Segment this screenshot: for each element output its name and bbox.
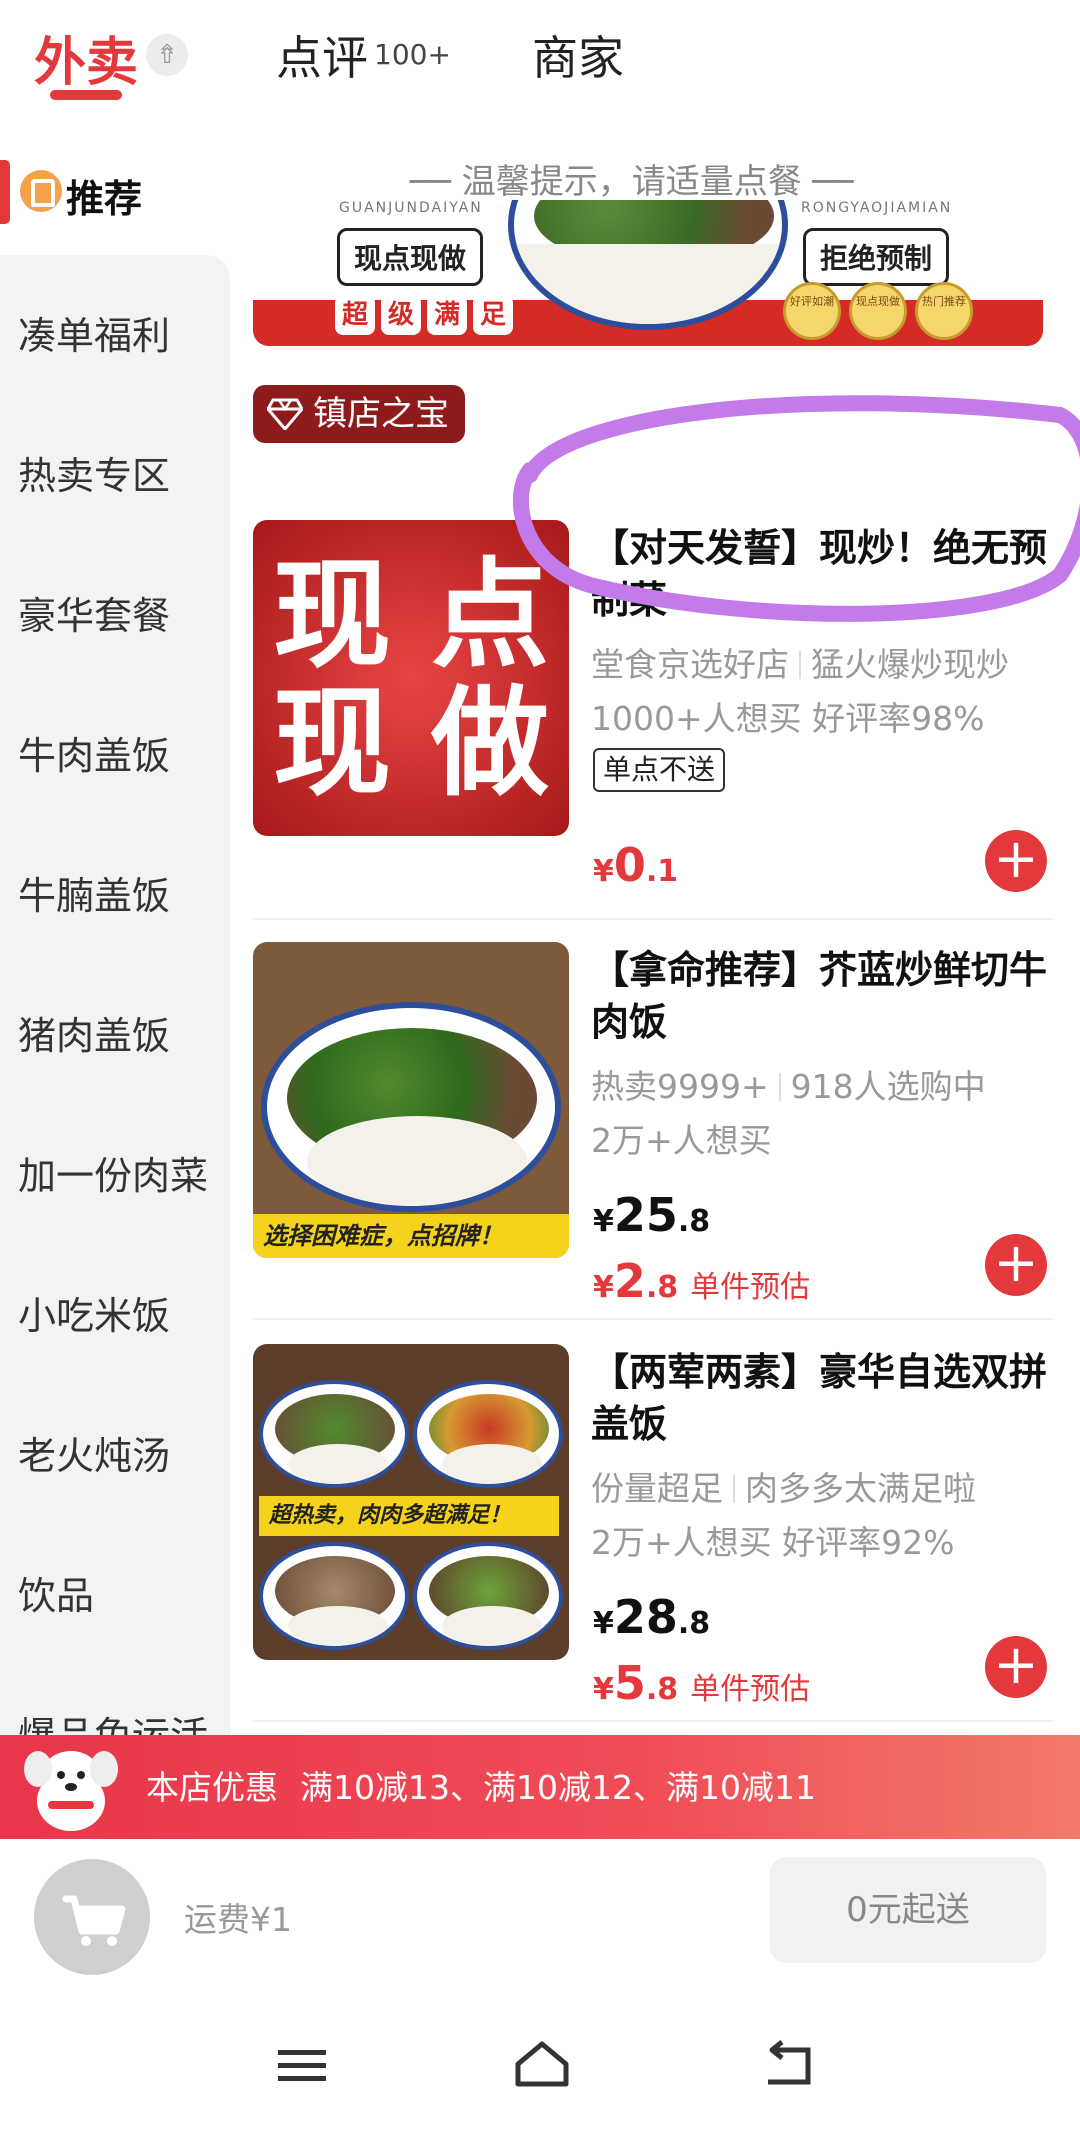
sidebar-item-free-shipping[interactable]: 爆品免运活 [18, 1705, 208, 1735]
poster-char: 现 [273, 546, 392, 684]
diamond-icon [267, 398, 303, 430]
product-sales: 1000+人想买 好评率98% [591, 699, 985, 738]
product-image[interactable]: 超热卖，肉肉多超满足！ [253, 1344, 569, 1660]
product-meta: 堂食京选好店 猛火爆炒现炒 [591, 638, 1009, 686]
top-tab-bar: 外卖 ⇮ 点评 100+ 商家 [0, 0, 1080, 130]
estimated-price: ¥5.8 单件预估 [593, 1656, 811, 1710]
divider [253, 918, 1053, 920]
sidebar-item-extra-meat[interactable]: 加一份肉菜 [18, 1145, 208, 1200]
sidebar-item-drinks[interactable]: 饮品 [18, 1565, 94, 1620]
meta-item: 猛火爆炒现炒 [811, 645, 1009, 684]
product-title[interactable]: 【拿命推荐】芥蓝炒鲜切牛肉饭 [591, 944, 1051, 1048]
dog-mascot-icon [24, 1751, 118, 1831]
sidebar-item-snacks-rice[interactable]: 小吃米饭 [18, 1285, 170, 1340]
banner-seals: 好评如潮 现点现做 热门推荐 [783, 282, 973, 340]
collapse-icon[interactable]: ⇮ [146, 34, 188, 76]
sidebar-item-beef-rice[interactable]: 牛肉盖饭 [18, 725, 170, 780]
product-sales: 2万+人想买 好评率92% [591, 1523, 955, 1562]
sidebar-item-recommend[interactable]: 推荐 [0, 130, 230, 255]
banner-label-fresh: 现点现做 [337, 228, 484, 286]
product-title[interactable]: 【两荤两素】豪华自选双拼盖饭 [591, 1346, 1051, 1450]
shipping-fee: 运费¥1 [184, 1900, 292, 1939]
back-icon[interactable] [758, 2038, 818, 2092]
poster-char: 点 [431, 546, 550, 684]
banner-chip: 级 [381, 295, 421, 335]
banner-chip: 满 [427, 295, 467, 335]
product-card[interactable]: 选择困难症，点招牌！ 【拿命推荐】芥蓝炒鲜切牛肉饭 热卖9999+ 918人选购中… [253, 942, 1053, 1342]
promo-discounts: 满10减13、满10减12、满10减11 [300, 1768, 816, 1807]
image-caption: 选择困难症，点招牌！ [253, 1214, 569, 1258]
add-to-cart-button[interactable]: + [985, 1234, 1047, 1296]
section-badge-label: 镇店之宝 [313, 394, 449, 434]
product-image[interactable]: 选择困难症，点招牌！ [253, 942, 569, 1258]
product-tag: 单点不送 [593, 748, 726, 792]
product-price: ¥25.8 [593, 1188, 711, 1242]
seal-badge: 好评如潮 [783, 282, 841, 340]
estimated-price: ¥2.8 单件预估 [593, 1254, 811, 1308]
add-to-cart-button[interactable]: + [985, 1636, 1047, 1698]
promo-banner: GUANJUNDAIYAN RONGYAOJIAMIAN 现点现做 拒绝预制 超… [253, 200, 1043, 346]
cart-button[interactable] [34, 1859, 150, 1975]
sidebar-item-deluxe-sets[interactable]: 豪华套餐 [18, 585, 170, 640]
product-title[interactable]: 【对天发誓】现炒！绝无预制菜 [591, 522, 1051, 626]
cart-bar: 运费¥1 0元起送 [0, 1839, 1080, 1989]
banner-brand-left: GUANJUNDAIYAN [339, 200, 483, 216]
product-meta: 热卖9999+ 918人选购中 [591, 1060, 986, 1108]
tab-takeout[interactable]: 外卖 [34, 20, 138, 95]
product-sales: 2万+人想买 [591, 1121, 772, 1160]
seal-badge: 热门推荐 [915, 282, 973, 340]
product-card[interactable]: 现 点 现 做 【对天发誓】现炒！绝无预制菜 堂食京选好店 猛火爆炒现炒 1000… [253, 520, 1053, 920]
sidebar-category-list[interactable]: 凑单福利 热卖专区 豪华套餐 牛肉盖饭 牛腩盖饭 猪肉盖饭 加一份肉菜 小吃米饭… [0, 255, 230, 1735]
home-icon[interactable] [512, 2038, 572, 2092]
menu-icon[interactable] [272, 2038, 332, 2092]
category-sidebar: 推荐 凑单福利 热卖专区 豪华套餐 牛肉盖饭 牛腩盖饭 猪肉盖饭 加一份肉菜 小… [0, 130, 230, 1735]
meta-item: 918人选购中 [790, 1067, 986, 1106]
review-count-badge: 100+ [374, 38, 451, 71]
recommend-icon [20, 170, 62, 212]
sidebar-item-label: 推荐 [66, 177, 143, 221]
order-tip: ── 温馨提示，请适量点餐 ── [410, 162, 854, 202]
banner-chip: 超 [335, 295, 375, 335]
sidebar-item-pork-rice[interactable]: 猪肉盖饭 [18, 1005, 170, 1060]
sidebar-item-brisket-rice[interactable]: 牛腩盖饭 [18, 865, 170, 920]
product-image[interactable]: 现 点 现 做 [253, 520, 569, 836]
shopping-cart-icon [62, 1895, 126, 1946]
product-meta: 份量超足 肉多多太满足啦 [591, 1462, 976, 1510]
active-tab-underline [50, 90, 122, 100]
banner-chip: 足 [473, 295, 513, 335]
banner-chips: 超 级 满 足 [335, 295, 513, 335]
divider [253, 1318, 1053, 1320]
add-to-cart-button[interactable]: + [985, 830, 1047, 892]
banner-brand-right: RONGYAOJIAMIAN [801, 200, 953, 216]
meta-item: 份量超足 [591, 1469, 723, 1508]
tab-review[interactable]: 点评 [276, 22, 368, 88]
tab-merchant[interactable]: 商家 [532, 22, 624, 88]
banner-bowl-image [508, 200, 788, 330]
image-caption: 超热卖，肉肉多超满足！ [259, 1496, 559, 1536]
promo-title: 本店优惠 [146, 1768, 278, 1807]
sidebar-item-hot-sellers[interactable]: 热卖专区 [18, 445, 170, 500]
product-price: ¥28.8 [593, 1590, 711, 1644]
system-nav-bar [0, 1990, 1080, 2140]
meta-item: 堂食京选好店 [591, 645, 789, 684]
poster-char: 现 [273, 674, 392, 812]
meta-item: 肉多多太满足啦 [745, 1469, 976, 1508]
product-price: ¥0.1 [593, 838, 679, 892]
active-indicator [0, 160, 10, 224]
product-card[interactable]: 超热卖，肉肉多超满足！ 【两荤两素】豪华自选双拼盖饭 份量超足 肉多多太满足啦 2… [253, 1344, 1053, 1744]
seal-badge: 现点现做 [849, 282, 907, 340]
checkout-button[interactable]: 0元起送 [770, 1857, 1046, 1963]
sidebar-item-soup[interactable]: 老火炖汤 [18, 1425, 170, 1480]
store-promo-bar[interactable]: 本店优惠 满10减13、满10减12、满10减11 [0, 1735, 1080, 1839]
sidebar-item-bundle-deals[interactable]: 凑单福利 [18, 305, 170, 360]
section-badge-treasure: 镇店之宝 [253, 385, 465, 443]
banner-label-no-premade: 拒绝预制 [803, 228, 950, 286]
meta-item: 热卖9999+ [591, 1067, 769, 1106]
poster-char: 做 [431, 674, 550, 812]
divider [253, 1720, 1053, 1722]
